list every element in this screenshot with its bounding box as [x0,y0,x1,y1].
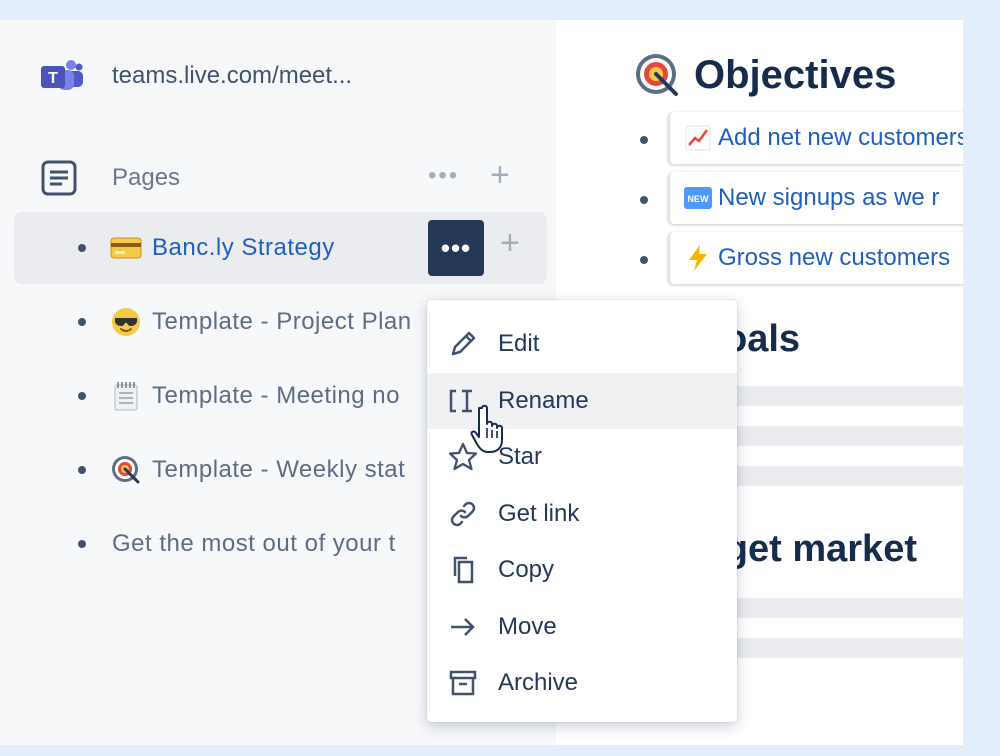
page-item-label: Template - Weekly stat [152,456,406,483]
objective-card[interactable]: NEW New signups as we r [668,172,963,224]
bullet [78,466,86,474]
copy-icon [453,557,474,584]
app-url: teams.live.com/meet... [112,62,353,89]
bullet [640,256,648,264]
menu-item-get-link[interactable]: Get link [427,486,737,543]
objectives-title: Objectives [694,52,897,97]
bullet [78,540,86,548]
page-item-label: Banc.ly Strategy [152,234,335,261]
page-item-banc-ly-strategy[interactable]: Banc.ly Strategy ••• + [14,212,547,284]
archive-icon [449,671,477,696]
placeholder-line [716,598,963,618]
bullet [640,136,648,144]
app-header: T teams.live.com/meet... [40,56,352,96]
objective-item[interactable]: Gross new customers [640,230,963,286]
page-item-label: Template - Meeting no [152,382,400,409]
placeholder-line [716,466,963,486]
menu-item-label: Edit [498,330,540,358]
arrow-right-icon [451,617,475,636]
menu-item-label: Get link [498,499,580,527]
teams-icon: T [40,56,84,96]
bullet [78,392,86,400]
page-more-actions-button[interactable]: ••• [428,220,484,276]
objectives-heading: Objectives [634,52,896,98]
objective-card[interactable]: Add net new customers [668,112,963,164]
objective-text: New signups as we r [718,184,940,211]
new-button-icon: NEW [684,184,712,212]
pages-section-header[interactable]: Pages ••• + [40,156,520,198]
placeholder-line [716,638,963,658]
svg-text:NEW: NEW [688,194,710,204]
document-icon [41,160,77,196]
svg-text:T: T [48,70,58,87]
placeholder-line [716,426,963,446]
bullet [78,318,86,326]
pages-more-button[interactable]: ••• [428,162,459,190]
objective-item[interactable]: Add net new customers [640,110,963,166]
menu-item-move[interactable]: Move [427,599,737,656]
placeholder-line [716,386,963,406]
page-item-label: Get the most out of your t [112,530,396,557]
bullet [640,196,648,204]
objective-card[interactable]: Gross new customers [668,232,963,284]
link-icon [450,501,476,526]
hand-cursor-icon [470,404,503,453]
menu-item-archive[interactable]: Archive [427,655,737,712]
pages-label: Pages [112,164,181,191]
menu-item-copy[interactable]: Copy [427,542,737,599]
sunglasses-face-icon [110,306,142,338]
target-icon [636,54,678,96]
page-item-label: Template - Project Plan [152,308,412,335]
menu-item-label: Move [498,612,557,640]
bullet [78,244,86,252]
objective-text: Add net new customers [718,124,963,151]
objective-text: Gross new customers [718,244,951,271]
target-market-heading: rget market [710,528,917,570]
pencil-icon [451,332,476,356]
add-child-page-button[interactable]: + [500,224,520,263]
menu-item-edit[interactable]: Edit [427,316,737,373]
spiral-notepad-icon [110,380,142,412]
page-actions-menu: Edit Rename Star Get link Copy Move Arch… [427,300,737,722]
chart-increasing-icon [684,124,712,152]
lightning-icon [684,244,712,272]
menu-item-label: Copy [498,556,555,584]
target-icon [110,454,142,486]
objective-item[interactable]: NEW New signups as we r [640,170,963,226]
pages-add-button[interactable]: + [490,156,510,195]
menu-item-label: Rename [498,386,589,414]
credit-card-icon [110,232,142,264]
menu-item-label: Archive [498,669,579,697]
app-frame: T teams.live.com/meet... Pages ••• + Ban… [0,20,963,745]
